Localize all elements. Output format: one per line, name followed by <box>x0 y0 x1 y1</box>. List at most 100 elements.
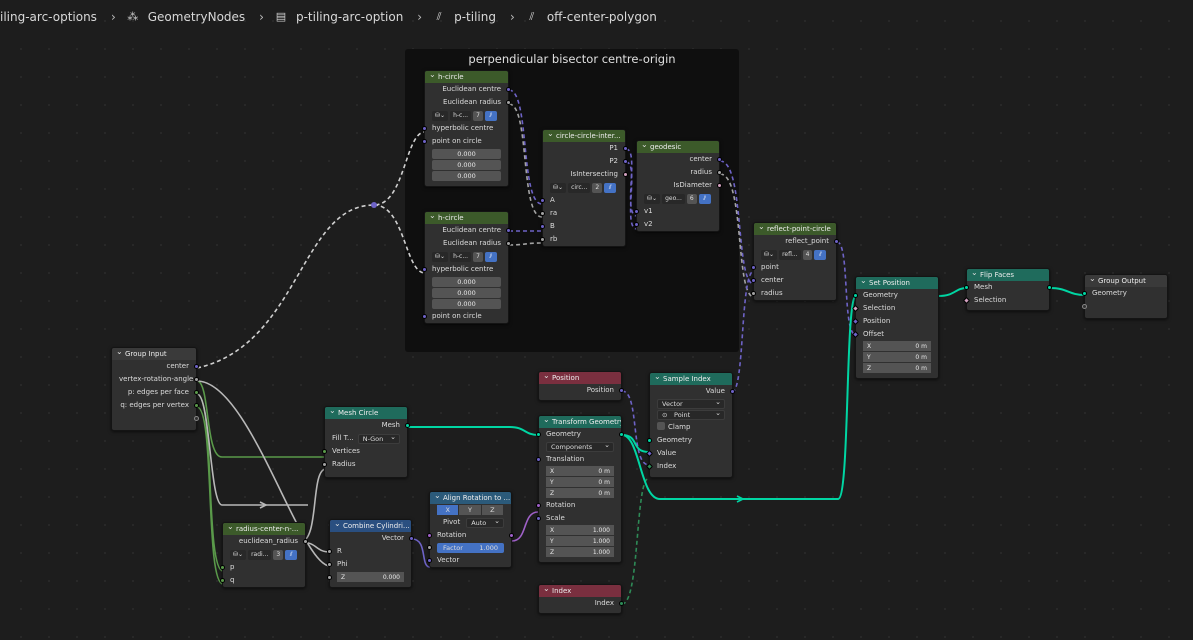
node-reflect-point-circle[interactable]: reflect-point-circle reflect_point ⛁⌄ref… <box>751 222 839 301</box>
node-header[interactable]: Index <box>539 585 621 597</box>
input-socket[interactable] <box>536 432 541 437</box>
node-tree-icon[interactable]: ⛁⌄ <box>550 182 567 193</box>
fill-type-dropdown[interactable]: N-Gon <box>357 433 400 444</box>
node-flip-faces[interactable]: Flip Faces Mesh Selection <box>962 268 1052 311</box>
node-header[interactable]: Set Position <box>856 277 938 289</box>
fake-user-icon[interactable]: ⫽ <box>285 549 298 560</box>
axis-y-button[interactable]: Y <box>459 505 481 515</box>
input-socket[interactable] <box>964 285 969 290</box>
input-socket[interactable] <box>540 211 545 216</box>
output-socket[interactable] <box>619 601 624 606</box>
node-geodesic[interactable]: geodesic center radius IsDiameter ⛁⌄geo.… <box>634 140 722 232</box>
node-tree-icon[interactable]: ⛁⌄ <box>644 193 661 204</box>
fake-user-icon[interactable]: ⫽ <box>484 251 497 262</box>
clamp-checkbox-row[interactable]: Clamp <box>650 421 732 434</box>
input-socket[interactable] <box>540 198 545 203</box>
node-tree-icon[interactable]: ⛁⌄ <box>432 110 449 121</box>
node-group-selector[interactable]: ⛁⌄ refl... 4 ⫽ <box>761 249 829 260</box>
node-mesh-circle[interactable]: Mesh Circle Mesh Fill T...N-Gon Vertices… <box>322 406 410 478</box>
node-header[interactable]: Flip Faces <box>967 269 1049 281</box>
translation-x-field[interactable]: X0 m <box>546 466 614 477</box>
breadcrumb-item-current-group[interactable]: ⫽ off-center-polygon <box>525 10 657 24</box>
output-socket[interactable] <box>1047 285 1052 290</box>
fake-user-icon[interactable]: ⫽ <box>698 193 711 204</box>
pivot-dropdown[interactable]: Auto <box>466 517 504 528</box>
node-combine-cylindrical[interactable]: Combine Cylindri... Vector R Phi Z0.000 <box>327 519 414 588</box>
node-header[interactable]: reflect-point-circle <box>754 223 836 235</box>
node-group-selector[interactable]: ⛁⌄ h-c... 7 ⫽ <box>432 110 501 121</box>
node-header[interactable]: h-circle <box>425 71 508 83</box>
input-socket[interactable] <box>427 558 432 563</box>
input-socket[interactable] <box>220 565 225 570</box>
input-socket[interactable] <box>422 126 427 131</box>
node-group-output[interactable]: Group Output Geometry <box>1082 274 1168 319</box>
output-socket[interactable] <box>303 539 308 544</box>
input-socket[interactable] <box>220 578 225 583</box>
translation-y-field[interactable]: Y0 m <box>546 477 614 488</box>
translation-z-field[interactable]: Z0 m <box>546 488 614 499</box>
breadcrumb-item-group[interactable]: ⫽ p-tiling <box>432 10 496 24</box>
input-socket[interactable] <box>751 265 756 270</box>
node-header[interactable]: h-circle <box>425 212 508 224</box>
output-socket[interactable] <box>506 87 511 92</box>
input-socket[interactable] <box>422 139 427 144</box>
output-socket[interactable] <box>619 388 624 393</box>
value-field[interactable]: 0.000 <box>432 299 501 309</box>
node-header[interactable]: Group Input <box>112 348 196 360</box>
input-socket[interactable] <box>536 457 541 462</box>
node-align-rotation-to-vector[interactable]: Align Rotation to ... XYZ PivotAuto Rota… <box>427 491 514 568</box>
node-header[interactable]: Mesh Circle <box>325 407 407 419</box>
output-socket[interactable] <box>194 364 199 369</box>
scale-z-field[interactable]: Z 1.000 <box>546 547 614 558</box>
output-socket[interactable] <box>834 239 839 244</box>
node-tree-icon[interactable]: ⛁⌄ <box>230 549 247 560</box>
output-socket[interactable] <box>506 100 511 105</box>
scale-y-field[interactable]: Y 1.000 <box>546 536 614 547</box>
node-header[interactable]: Position <box>539 372 621 384</box>
node-h-circle-1[interactable]: h-circle Euclidean centre Euclidean radi… <box>422 70 511 187</box>
input-socket[interactable] <box>853 293 858 298</box>
clamp-checkbox[interactable] <box>657 422 665 430</box>
offset-x-field[interactable]: X0 m <box>863 341 931 352</box>
input-socket[interactable] <box>427 545 432 550</box>
input-socket[interactable] <box>1082 304 1087 309</box>
node-h-circle-2[interactable]: h-circle Euclidean centre Euclidean radi… <box>422 211 511 324</box>
output-socket[interactable] <box>506 228 511 233</box>
node-header[interactable]: radius-center-n-... <box>223 523 305 535</box>
offset-y-field[interactable]: Y0 m <box>863 352 931 363</box>
value-field[interactable]: 0.000 <box>432 149 501 159</box>
node-set-position[interactable]: Set Position Geometry Selection Position… <box>851 276 939 379</box>
value-field[interactable]: 0.000 <box>432 160 501 170</box>
input-socket[interactable] <box>647 438 652 443</box>
node-radius-center-n[interactable]: radius-center-n-... euclidean_radius ⛁⌄r… <box>220 522 308 588</box>
node-circle-circle-intersection[interactable]: circle-circle-inter... P1 P2 IsIntersect… <box>540 129 628 247</box>
value-field[interactable]: 0.000 <box>432 171 501 181</box>
output-socket[interactable] <box>730 389 735 394</box>
fake-user-icon[interactable]: ⫽ <box>484 110 497 121</box>
mode-dropdown[interactable]: Components <box>546 441 614 452</box>
input-socket[interactable] <box>540 224 545 229</box>
input-socket[interactable] <box>322 462 327 467</box>
output-socket[interactable] <box>405 423 410 428</box>
input-socket[interactable] <box>327 562 332 567</box>
input-socket[interactable] <box>322 449 327 454</box>
output-socket[interactable] <box>509 533 514 538</box>
node-index[interactable]: Index Index <box>538 584 624 614</box>
value-field[interactable]: 0.000 <box>432 288 501 298</box>
input-socket[interactable] <box>634 209 639 214</box>
scale-x-field[interactable]: X 1.000 <box>546 525 614 536</box>
axis-z-button[interactable]: Z <box>481 505 503 515</box>
output-socket[interactable] <box>717 183 722 188</box>
node-header[interactable]: Transform Geometry <box>539 416 621 428</box>
output-socket[interactable] <box>194 416 199 421</box>
output-socket[interactable] <box>623 172 628 177</box>
value-field[interactable]: 0.000 <box>432 277 501 287</box>
output-socket[interactable] <box>194 390 199 395</box>
input-socket[interactable] <box>1082 291 1087 296</box>
node-header[interactable]: Align Rotation to ... <box>430 492 511 504</box>
output-socket[interactable] <box>717 157 722 162</box>
input-socket[interactable] <box>751 278 756 283</box>
output-socket[interactable] <box>194 403 199 408</box>
factor-field[interactable]: Factor 1.000 <box>427 543 504 553</box>
node-group-input[interactable]: Group Input center vertex-rotation-angle… <box>111 347 199 431</box>
